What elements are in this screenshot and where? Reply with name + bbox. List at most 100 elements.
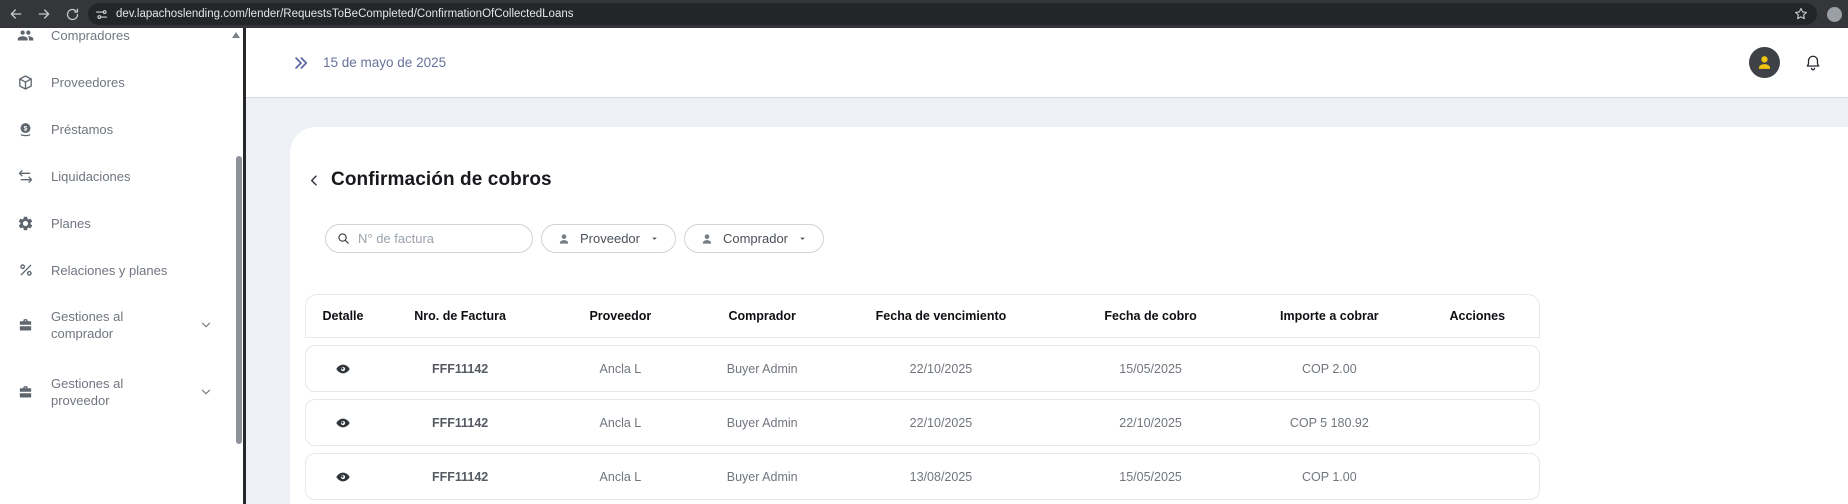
column-header: Nro. de Factura bbox=[380, 309, 540, 323]
column-header: Proveedor bbox=[540, 309, 700, 323]
sidebar-item-label: Proveedores bbox=[51, 74, 125, 91]
amount: COP 1.00 bbox=[1243, 470, 1416, 484]
chevron-down-icon bbox=[199, 318, 213, 332]
user-avatar-button[interactable] bbox=[1749, 47, 1780, 78]
eye-icon bbox=[335, 469, 351, 485]
page-header: 15 de mayo de 2025 bbox=[246, 28, 1848, 98]
sidebar-item-prestamos[interactable]: $ Préstamos bbox=[17, 119, 243, 139]
sidebar-item-relaciones-y-planes[interactable]: Relaciones y planes bbox=[17, 260, 243, 280]
sidebar-item-label: Planes bbox=[51, 215, 91, 232]
app-window: Compradores Proveedores $ Préstamos Liqu… bbox=[0, 28, 1848, 504]
sidebar-item-label: Compradores bbox=[51, 28, 130, 44]
view-detail-button[interactable] bbox=[335, 415, 351, 431]
invoice-number: FFF11142 bbox=[380, 470, 540, 484]
table-row: FFF11142 Ancla L Buyer Admin 13/08/2025 … bbox=[305, 453, 1540, 500]
sidebar-item-label: Relaciones y planes bbox=[51, 262, 167, 279]
gear-icon bbox=[17, 215, 34, 232]
site-settings-icon[interactable] bbox=[94, 7, 109, 22]
column-header: Fecha de cobro bbox=[1058, 309, 1243, 323]
sidebar: Compradores Proveedores $ Préstamos Liqu… bbox=[0, 28, 243, 504]
forward-arrow-icon bbox=[36, 6, 52, 22]
page-title: Confirmación de cobros bbox=[331, 169, 552, 191]
box-icon bbox=[17, 74, 34, 91]
sidebar-item-planes[interactable]: Planes bbox=[17, 213, 243, 233]
reload-icon bbox=[65, 7, 80, 22]
browser-forward-button[interactable] bbox=[32, 2, 56, 26]
browser-profile-icon[interactable] bbox=[1827, 7, 1842, 22]
sidebar-item-label: Préstamos bbox=[51, 121, 113, 138]
browser-toolbar: dev.lapachoslending.com/lender/RequestsT… bbox=[0, 0, 1848, 28]
browser-reload-button[interactable] bbox=[60, 2, 84, 26]
provider-name: Ancla L bbox=[540, 362, 700, 376]
double-chevron-right-icon bbox=[292, 54, 310, 72]
sidebar-nav: Compradores Proveedores $ Préstamos Liqu… bbox=[0, 28, 243, 410]
search-input[interactable] bbox=[358, 231, 522, 246]
view-detail-button[interactable] bbox=[335, 469, 351, 485]
person-icon bbox=[1755, 53, 1774, 72]
back-arrow-icon bbox=[8, 6, 24, 22]
dropdown-label: Comprador bbox=[723, 231, 788, 246]
invoice-search-field bbox=[325, 224, 533, 253]
sidebar-item-label: Gestiones al comprador bbox=[51, 308, 133, 342]
chevron-down-icon bbox=[199, 385, 213, 399]
sidebar-item-liquidaciones[interactable]: Liquidaciones bbox=[17, 166, 243, 186]
sidebar-item-label: Gestiones al proveedor bbox=[51, 375, 133, 409]
sidebar-item-compradores[interactable]: Compradores bbox=[17, 28, 243, 45]
due-date: 13/08/2025 bbox=[824, 470, 1058, 484]
invoice-number: FFF11142 bbox=[380, 416, 540, 430]
proveedor-filter-dropdown[interactable]: Proveedor bbox=[541, 224, 676, 253]
table-row: FFF11142 Ancla L Buyer Admin 22/10/2025 … bbox=[305, 345, 1540, 392]
caret-down-icon bbox=[797, 233, 808, 244]
caret-down-icon bbox=[649, 233, 660, 244]
collections-table: Detalle Nro. de Factura Proveedor Compra… bbox=[305, 294, 1540, 500]
coin-icon: $ bbox=[17, 121, 34, 138]
percent-icon bbox=[17, 262, 34, 279]
bookmark-star-icon[interactable] bbox=[1793, 6, 1809, 22]
column-header: Detalle bbox=[306, 309, 380, 323]
header-date: 15 de mayo de 2025 bbox=[323, 55, 446, 70]
amount: COP 5 180.92 bbox=[1243, 416, 1416, 430]
bell-icon bbox=[1804, 54, 1822, 72]
people-icon bbox=[17, 28, 34, 44]
svg-text:$: $ bbox=[24, 125, 28, 132]
sidebar-collapse-button[interactable] bbox=[292, 54, 310, 72]
comprador-filter-dropdown[interactable]: Comprador bbox=[684, 224, 824, 253]
amount: COP 2.00 bbox=[1243, 362, 1416, 376]
browser-back-button[interactable] bbox=[4, 2, 28, 26]
sidebar-item-gestiones-al-proveedor[interactable]: Gestiones al proveedor bbox=[17, 374, 243, 410]
provider-name: Ancla L bbox=[540, 416, 700, 430]
invoice-number: FFF11142 bbox=[380, 362, 540, 376]
view-detail-button[interactable] bbox=[335, 361, 351, 377]
collection-date: 22/10/2025 bbox=[1058, 416, 1243, 430]
column-header: Importe a cobrar bbox=[1243, 309, 1416, 323]
person-icon bbox=[700, 232, 714, 246]
content-area: Confirmación de cobros Proveedor bbox=[246, 98, 1848, 504]
collection-date: 15/05/2025 bbox=[1058, 470, 1243, 484]
header-actions bbox=[1749, 47, 1822, 78]
table-header-row: Detalle Nro. de Factura Proveedor Compra… bbox=[305, 294, 1540, 338]
buyer-name: Buyer Admin bbox=[701, 362, 824, 376]
briefcase-icon bbox=[17, 384, 34, 401]
sidebar-item-proveedores[interactable]: Proveedores bbox=[17, 72, 243, 92]
chevron-left-icon bbox=[307, 173, 322, 188]
url-text: dev.lapachoslending.com/lender/RequestsT… bbox=[116, 8, 1786, 20]
dropdown-label: Proveedor bbox=[580, 231, 640, 246]
scrollbar-up-arrow[interactable] bbox=[232, 32, 240, 38]
buyer-name: Buyer Admin bbox=[701, 416, 824, 430]
collection-date: 15/05/2025 bbox=[1058, 362, 1243, 376]
column-header: Fecha de vencimiento bbox=[824, 309, 1058, 323]
search-icon bbox=[336, 231, 351, 246]
due-date: 22/10/2025 bbox=[824, 362, 1058, 376]
sidebar-item-label: Liquidaciones bbox=[51, 168, 131, 185]
back-button[interactable] bbox=[307, 173, 322, 188]
sidebar-scrollbar[interactable] bbox=[236, 156, 242, 444]
sidebar-item-gestiones-al-comprador[interactable]: Gestiones al comprador bbox=[17, 307, 243, 343]
column-header: Acciones bbox=[1416, 309, 1539, 323]
table-row: FFF11142 Ancla L Buyer Admin 22/10/2025 … bbox=[305, 399, 1540, 446]
due-date: 22/10/2025 bbox=[824, 416, 1058, 430]
address-bar[interactable]: dev.lapachoslending.com/lender/RequestsT… bbox=[88, 3, 1817, 25]
eye-icon bbox=[335, 361, 351, 377]
briefcase-icon bbox=[17, 317, 34, 334]
notifications-button[interactable] bbox=[1804, 54, 1822, 72]
swap-arrows-icon bbox=[17, 168, 34, 185]
